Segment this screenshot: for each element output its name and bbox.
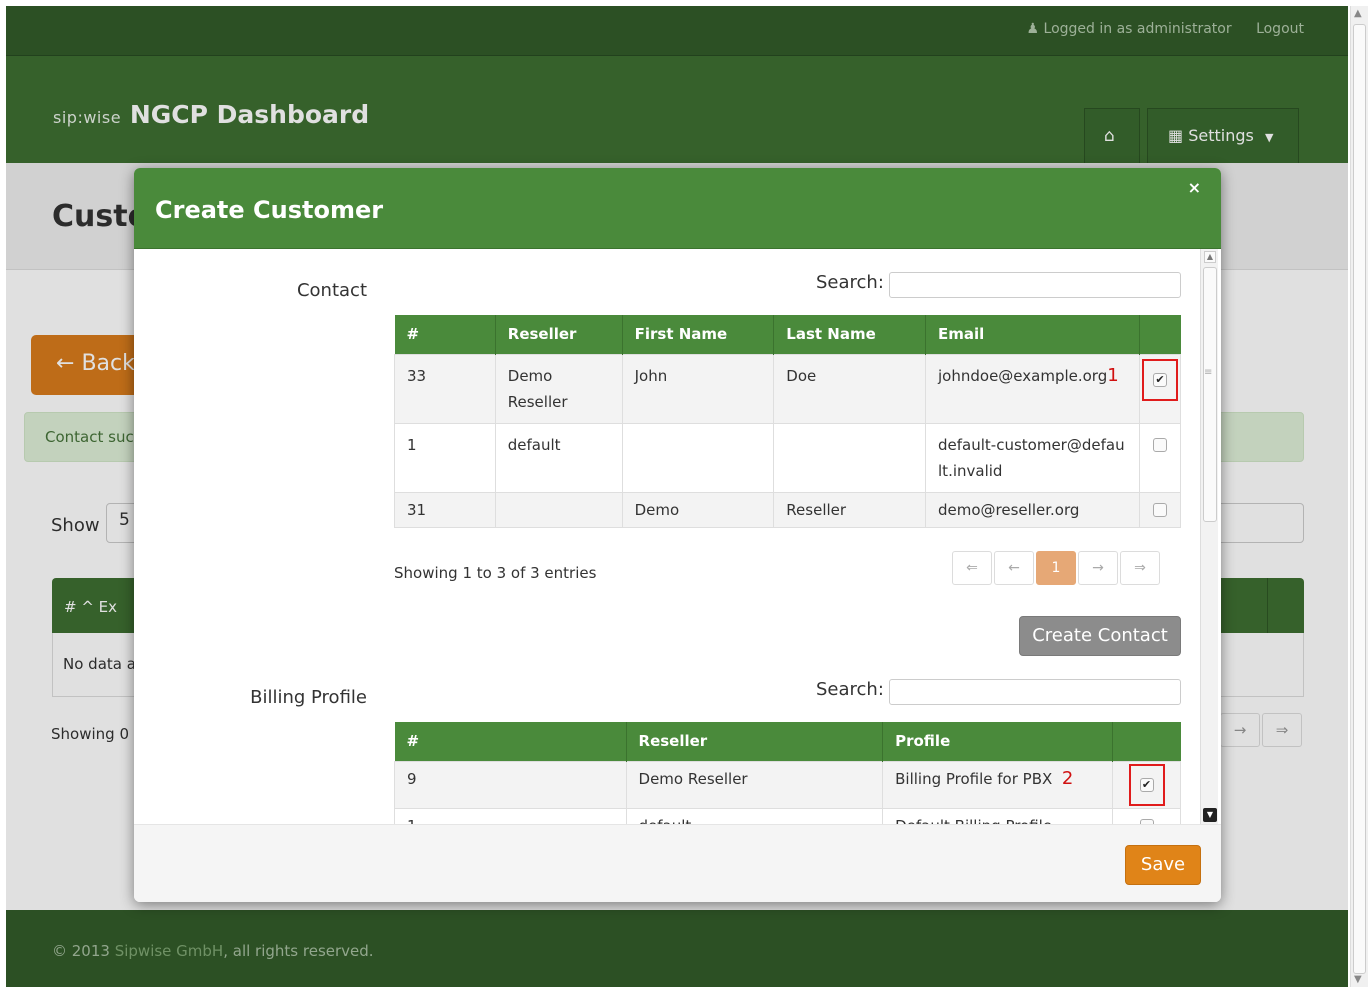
cell-select: [1138, 422, 1182, 493]
cell-last-name: Reseller: [773, 491, 927, 528]
contact-pager: ⇐ ← 1 → ⇒: [950, 551, 1160, 585]
page-1-button[interactable]: 1: [1036, 551, 1076, 585]
cell-last-name: Doe: [773, 353, 927, 424]
annotation-marker: 2: [1061, 767, 1074, 789]
table-row[interactable]: 33 Demo Reseller John Doe johndoe@exampl…: [394, 353, 1182, 424]
grip-icon: ≡: [1204, 367, 1213, 378]
col-id[interactable]: #: [394, 722, 627, 761]
billing-search-input[interactable]: [889, 679, 1181, 705]
contact-label: Contact: [296, 280, 367, 301]
cell-reseller: Demo Reseller: [494, 353, 623, 424]
cell-select: ✔: [1138, 353, 1182, 424]
contact-showing-info: Showing 1 to 3 of 3 entries: [394, 564, 597, 582]
cell-reseller: default: [494, 422, 623, 493]
table-row[interactable]: 31 Demo Reseller demo@reseller.org: [394, 491, 1182, 528]
col-id[interactable]: #: [394, 315, 496, 354]
col-first-name[interactable]: First Name: [622, 315, 775, 354]
cell-first-name: John: [621, 353, 775, 424]
row-checkbox[interactable]: [1152, 438, 1167, 452]
cell-select: [1112, 807, 1181, 824]
cell-id: 33: [394, 353, 496, 424]
scroll-thumb[interactable]: [1353, 24, 1366, 974]
save-button[interactable]: Save: [1125, 845, 1201, 885]
billing-profile-table: # Reseller Profile 9 Demo Reseller Billi…: [394, 722, 1181, 824]
col-profile[interactable]: Profile: [882, 722, 1114, 761]
table-row[interactable]: 1 default default-customer@default.inval…: [394, 422, 1182, 493]
scroll-thumb[interactable]: [1203, 267, 1217, 522]
scroll-down-icon[interactable]: ▼: [1203, 808, 1217, 822]
cell-id: 1: [394, 422, 496, 493]
cell-first-name: [621, 422, 775, 493]
row-checkbox-checked[interactable]: ✔: [1139, 778, 1154, 792]
highlight-box: ✔: [1128, 763, 1165, 806]
cell-email: demo@reseller.org: [925, 491, 1140, 528]
create-contact-button[interactable]: Create Contact: [1019, 616, 1181, 656]
modal-header: Create Customer ×: [134, 168, 1221, 249]
table-row[interactable]: 9 Demo Reseller Billing Profile for PBX …: [394, 760, 1181, 809]
col-reseller[interactable]: Reseller: [495, 315, 623, 354]
cell-reseller: [494, 491, 623, 528]
col-select: [1139, 315, 1181, 354]
window-scrollbar[interactable]: ▲ ▼: [1350, 6, 1368, 987]
profile-text: Billing Profile for PBX: [895, 769, 1053, 788]
first-page-button[interactable]: ⇐: [952, 551, 992, 585]
cell-profile: Default Billing Profile: [882, 807, 1114, 824]
browser-viewport: ♟ Logged in as administrator Logout sip:…: [6, 6, 1348, 987]
annotation-marker: 1: [1107, 364, 1119, 386]
create-customer-modal: Create Customer × Contact Search: # Rese…: [134, 168, 1221, 902]
next-page-button[interactable]: →: [1078, 551, 1118, 585]
cell-email: johndoe@example.org1: [925, 353, 1140, 424]
scroll-up-icon[interactable]: ▲: [1354, 8, 1362, 19]
cell-profile: Billing Profile for PBX 2: [882, 760, 1114, 809]
cell-id: 1: [394, 807, 627, 824]
last-page-button[interactable]: ⇒: [1120, 551, 1160, 585]
email-text: johndoe@example.org: [938, 366, 1108, 385]
modal-scrollbar[interactable]: ▲ ≡ ▼: [1200, 249, 1218, 824]
cell-reseller: default: [625, 807, 884, 824]
cell-reseller: Demo Reseller: [625, 760, 884, 809]
row-checkbox-checked[interactable]: ✔: [1152, 373, 1167, 387]
billing-table-header: # Reseller Profile: [394, 722, 1181, 761]
close-icon[interactable]: ×: [1188, 178, 1201, 197]
cell-first-name: Demo: [621, 491, 775, 528]
cell-id: 9: [394, 760, 627, 809]
contact-table-header: # Reseller First Name Last Name Email: [394, 315, 1181, 354]
modal-title: Create Customer: [155, 196, 384, 224]
billing-profile-label: Billing Profile: [250, 687, 367, 708]
cell-select: ✔: [1112, 760, 1181, 809]
row-checkbox[interactable]: [1152, 503, 1167, 517]
billing-search-label: Search:: [816, 679, 884, 700]
modal-footer: Save: [134, 824, 1221, 902]
modal-body: Contact Search: # Reseller First Name La…: [134, 249, 1221, 824]
scroll-up-icon[interactable]: ▲: [1204, 251, 1216, 263]
cell-id: 31: [394, 491, 496, 528]
prev-page-button[interactable]: ←: [994, 551, 1034, 585]
col-select: [1112, 722, 1181, 761]
col-email[interactable]: Email: [925, 315, 1140, 354]
col-reseller[interactable]: Reseller: [626, 722, 884, 761]
highlight-box: ✔: [1141, 358, 1178, 401]
cell-select: [1138, 491, 1182, 528]
scroll-down-icon[interactable]: ▼: [1354, 974, 1362, 985]
contact-search-label: Search:: [816, 272, 884, 293]
table-row[interactable]: 1 default Default Billing Profile: [394, 807, 1181, 824]
cell-last-name: [773, 422, 927, 493]
contact-table: # Reseller First Name Last Name Email 33…: [394, 315, 1182, 528]
col-last-name[interactable]: Last Name: [773, 315, 927, 354]
contact-search-input[interactable]: [889, 272, 1181, 298]
cell-email: default-customer@default.invalid: [925, 422, 1140, 493]
